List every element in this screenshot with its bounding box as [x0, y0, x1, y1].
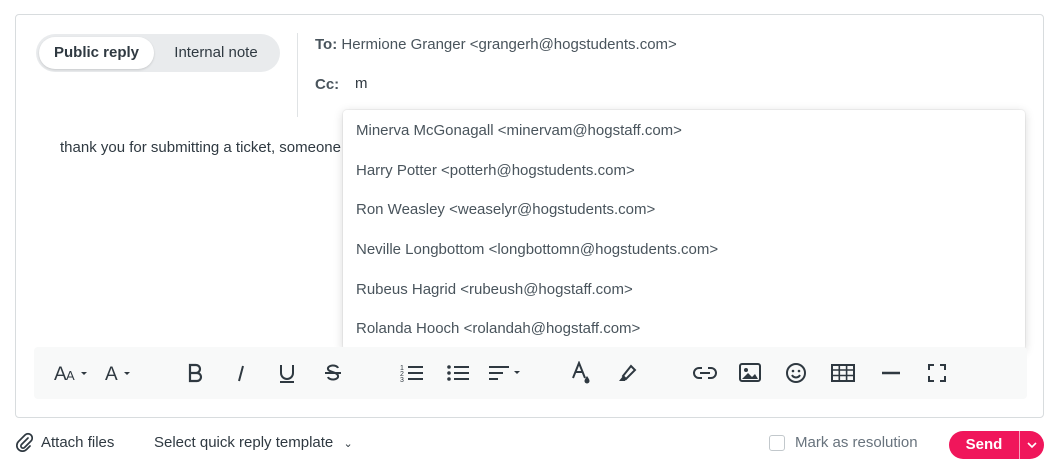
send-options-button[interactable] — [1019, 431, 1044, 459]
font-color-icon[interactable]: A — [104, 361, 136, 385]
font-size-icon[interactable]: AA — [54, 361, 92, 385]
suggestion-item[interactable]: Harry Potter <potterh@hogstudents.com> — [343, 151, 1025, 191]
quick-reply-template-select[interactable]: Select quick reply template ⌄ — [154, 434, 353, 451]
bullet-list-icon[interactable] — [446, 361, 470, 385]
cc-input[interactable] — [355, 75, 555, 92]
reply-mode-toggle: Public reply Internal note — [36, 34, 280, 72]
horizontal-rule-icon[interactable] — [880, 361, 902, 385]
suggestion-item[interactable]: Minerva McGonagall <minervam@hogstaff.co… — [343, 111, 1025, 151]
table-icon[interactable] — [830, 361, 856, 385]
suggestion-item[interactable]: Rolanda Hooch <rolandah@hogstaff.com> — [343, 309, 1025, 349]
mark-resolution-checkbox[interactable]: Mark as resolution — [769, 434, 918, 451]
suggestion-item[interactable]: Neville Longbottom <longbottomn@hogstude… — [343, 230, 1025, 270]
svg-text:3: 3 — [400, 377, 404, 384]
strikethrough-icon[interactable] — [322, 361, 344, 385]
template-label: Select quick reply template — [154, 434, 334, 451]
suggestion-item[interactable]: Rubeus Hagrid <rubeush@hogstaff.com> — [343, 270, 1025, 310]
to-label: To: — [315, 36, 338, 53]
svg-text:A: A — [66, 368, 75, 383]
send-button-group: Send — [949, 431, 1044, 459]
attach-files-button[interactable]: Attach files — [15, 432, 114, 452]
paperclip-icon — [16, 432, 33, 452]
cc-row: Cc: — [315, 75, 555, 93]
footer-bar: Attach files Select quick reply template… — [0, 428, 1061, 460]
checkbox-box[interactable] — [769, 434, 785, 451]
mark-resolution-label: Mark as resolution — [795, 434, 918, 451]
reply-composer: Public reply Internal note To: Hermione … — [15, 14, 1044, 418]
send-button[interactable]: Send — [949, 431, 1019, 459]
chevron-down-icon — [1027, 442, 1037, 449]
emoji-icon[interactable] — [784, 361, 808, 385]
to-recipient[interactable]: Hermione Granger <grangerh@hogstudents.c… — [341, 36, 676, 53]
suggestion-item[interactable]: Ron Weasley <weaselyr@hogstudents.com> — [343, 190, 1025, 230]
editor-body[interactable]: thank you for submitting a ticket, someo… — [60, 139, 341, 156]
internal-note-tab[interactable]: Internal note — [160, 37, 272, 69]
svg-text:A: A — [105, 364, 118, 384]
fullscreen-icon[interactable] — [926, 361, 948, 385]
chevron-down-icon: ⌄ — [343, 438, 353, 450]
italic-icon[interactable] — [230, 361, 252, 385]
cc-label: Cc: — [315, 76, 340, 93]
bold-icon[interactable] — [184, 361, 206, 385]
header-divider — [297, 33, 298, 117]
link-icon[interactable] — [692, 361, 718, 385]
cc-suggestion-dropdown: Minerva McGonagall <minervam@hogstaff.co… — [343, 110, 1025, 350]
underline-icon[interactable] — [276, 361, 298, 385]
highlight-icon[interactable] — [616, 361, 638, 385]
text-color-icon[interactable] — [570, 361, 592, 385]
align-icon[interactable] — [488, 361, 524, 385]
image-icon[interactable] — [738, 361, 762, 385]
numbered-list-icon[interactable]: 123 — [400, 361, 424, 385]
attach-files-label: Attach files — [41, 433, 115, 451]
to-row[interactable]: To: Hermione Granger <grangerh@hogstuden… — [315, 36, 677, 53]
public-reply-tab[interactable]: Public reply — [39, 37, 154, 69]
formatting-toolbar: AA A 123 — [34, 347, 1027, 399]
